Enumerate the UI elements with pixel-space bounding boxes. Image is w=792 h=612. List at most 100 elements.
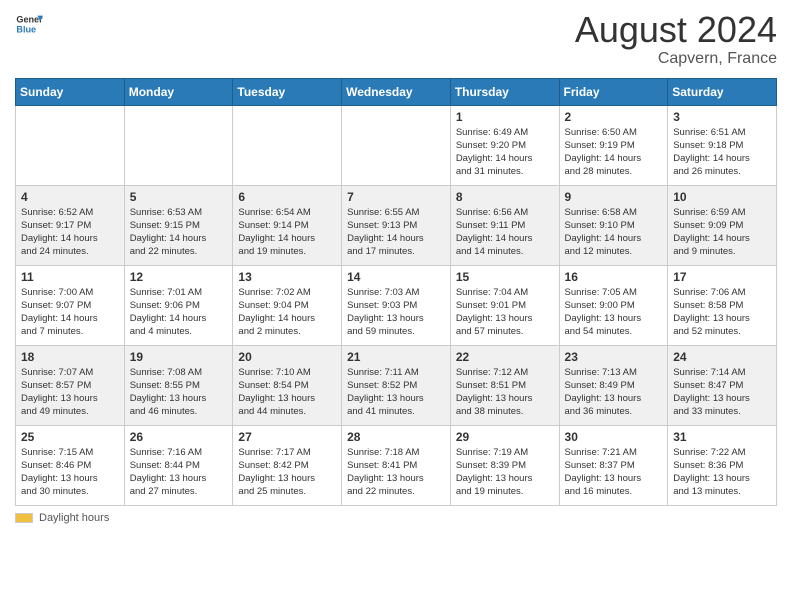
calendar-day-header: Tuesday [233, 78, 342, 105]
day-info: Sunrise: 7:03 AMSunset: 9:03 PMDaylight:… [347, 286, 445, 339]
calendar-header-row: SundayMondayTuesdayWednesdayThursdayFrid… [16, 78, 777, 105]
calendar-cell: 20Sunrise: 7:10 AMSunset: 8:54 PMDayligh… [233, 345, 342, 425]
footer-note: Daylight hours [15, 512, 777, 524]
calendar-cell: 1Sunrise: 6:49 AMSunset: 9:20 PMDaylight… [450, 105, 559, 185]
day-info: Sunrise: 7:07 AMSunset: 8:57 PMDaylight:… [21, 366, 119, 419]
month-year-title: August 2024 [575, 10, 777, 50]
logo-icon: General Blue [15, 10, 43, 38]
calendar-cell: 9Sunrise: 6:58 AMSunset: 9:10 PMDaylight… [559, 185, 668, 265]
calendar-cell: 24Sunrise: 7:14 AMSunset: 8:47 PMDayligh… [668, 345, 777, 425]
day-number: 17 [673, 270, 771, 284]
calendar-table: SundayMondayTuesdayWednesdayThursdayFrid… [15, 78, 777, 506]
calendar-cell: 28Sunrise: 7:18 AMSunset: 8:41 PMDayligh… [342, 425, 451, 505]
day-number: 9 [565, 190, 663, 204]
calendar-week-row: 11Sunrise: 7:00 AMSunset: 9:07 PMDayligh… [16, 265, 777, 345]
day-info: Sunrise: 7:15 AMSunset: 8:46 PMDaylight:… [21, 446, 119, 499]
day-info: Sunrise: 6:55 AMSunset: 9:13 PMDaylight:… [347, 206, 445, 259]
day-info: Sunrise: 7:21 AMSunset: 8:37 PMDaylight:… [565, 446, 663, 499]
day-info: Sunrise: 7:02 AMSunset: 9:04 PMDaylight:… [238, 286, 336, 339]
day-number: 28 [347, 430, 445, 444]
calendar-cell: 14 Sunrise: 7:03 AMSunset: 9:03 PMDayligh… [342, 265, 451, 345]
day-info: Sunrise: 7:22 AMSunset: 8:36 PMDaylight:… [673, 446, 771, 499]
calendar-cell: 13 Sunrise: 7:02 AMSunset: 9:04 PMDayligh… [233, 265, 342, 345]
calendar-cell [233, 105, 342, 185]
calendar-cell: 23 Sunrise: 7:13 AMSunset: 8:49 PMDayligh… [559, 345, 668, 425]
day-number: 4 [21, 190, 119, 204]
calendar-cell: 11Sunrise: 7:00 AMSunset: 9:07 PMDayligh… [16, 265, 125, 345]
day-info: Sunrise: 7:13 AMSunset: 8:49 PMDaylight:… [565, 366, 663, 419]
day-info: Sunrise: 7:12 AMSunset: 8:51 PMDaylight:… [456, 366, 554, 419]
calendar-day-header: Thursday [450, 78, 559, 105]
daylight-label: Daylight hours [39, 512, 109, 524]
day-number: 3 [673, 110, 771, 124]
day-info: Sunrise: 6:50 AMSunset: 9:19 PMDaylight:… [565, 126, 663, 179]
calendar-cell: 17 Sunrise: 7:06 AMSunset: 8:58 PMDayligh… [668, 265, 777, 345]
day-info: Sunrise: 7:16 AMSunset: 8:44 PMDaylight:… [130, 446, 228, 499]
day-info: Sunrise: 6:53 AMSunset: 9:15 PMDaylight:… [130, 206, 228, 259]
title-area: August 2024 Capvern, France [575, 10, 777, 68]
calendar-cell: 19 Sunrise: 7:08 AMSunset: 8:55 PMDayligh… [124, 345, 233, 425]
day-info: Sunrise: 7:08 AMSunset: 8:55 PMDaylight:… [130, 366, 228, 419]
day-info: Sunrise: 6:54 AMSunset: 9:14 PMDaylight:… [238, 206, 336, 259]
calendar-cell: 18 Sunrise: 7:07 AMSunset: 8:57 PMDayligh… [16, 345, 125, 425]
day-number: 15 [456, 270, 554, 284]
day-number: 19 [130, 350, 228, 364]
calendar-cell: 8Sunrise: 6:56 AMSunset: 9:11 PMDaylight… [450, 185, 559, 265]
calendar-day-header: Monday [124, 78, 233, 105]
calendar-week-row: 18 Sunrise: 7:07 AMSunset: 8:57 PMDayligh… [16, 345, 777, 425]
day-number: 5 [130, 190, 228, 204]
day-number: 25 [21, 430, 119, 444]
day-number: 31 [673, 430, 771, 444]
calendar-day-header: Sunday [16, 78, 125, 105]
calendar-cell: 25 Sunrise: 7:15 AMSunset: 8:46 PMDayligh… [16, 425, 125, 505]
day-number: 6 [238, 190, 336, 204]
day-info: Sunrise: 7:01 AMSunset: 9:06 PMDaylight:… [130, 286, 228, 339]
daylight-bar-icon [15, 513, 33, 523]
day-number: 7 [347, 190, 445, 204]
calendar-cell: 27Sunrise: 7:17 AMSunset: 8:42 PMDayligh… [233, 425, 342, 505]
logo: General Blue [15, 10, 43, 38]
calendar-cell: 4 Sunrise: 6:52 AMSunset: 9:17 PMDaylight… [16, 185, 125, 265]
day-info: Sunrise: 6:51 AMSunset: 9:18 PMDaylight:… [673, 126, 771, 179]
day-info: Sunrise: 7:19 AMSunset: 8:39 PMDaylight:… [456, 446, 554, 499]
day-number: 10 [673, 190, 771, 204]
calendar-cell [124, 105, 233, 185]
calendar-cell: 3 Sunrise: 6:51 AMSunset: 9:18 PMDaylight… [668, 105, 777, 185]
day-number: 1 [456, 110, 554, 124]
calendar-cell: 2 Sunrise: 6:50 AMSunset: 9:19 PMDaylight… [559, 105, 668, 185]
calendar-cell: 26 Sunrise: 7:16 AMSunset: 8:44 PMDayligh… [124, 425, 233, 505]
calendar-cell: 21Sunrise: 7:11 AMSunset: 8:52 PMDayligh… [342, 345, 451, 425]
calendar-cell [16, 105, 125, 185]
calendar-cell: 5 Sunrise: 6:53 AMSunset: 9:15 PMDaylight… [124, 185, 233, 265]
calendar-cell: 12 Sunrise: 7:01 AMSunset: 9:06 PMDayligh… [124, 265, 233, 345]
day-info: Sunrise: 7:17 AMSunset: 8:42 PMDaylight:… [238, 446, 336, 499]
day-number: 24 [673, 350, 771, 364]
day-info: Sunrise: 6:56 AMSunset: 9:11 PMDaylight:… [456, 206, 554, 259]
calendar-cell: 15 Sunrise: 7:04 AMSunset: 9:01 PMDayligh… [450, 265, 559, 345]
calendar-week-row: 1Sunrise: 6:49 AMSunset: 9:20 PMDaylight… [16, 105, 777, 185]
day-info: Sunrise: 6:52 AMSunset: 9:17 PMDaylight:… [21, 206, 119, 259]
location-title: Capvern, France [575, 50, 777, 68]
day-info: Sunrise: 7:06 AMSunset: 8:58 PMDaylight:… [673, 286, 771, 339]
day-info: Sunrise: 7:11 AMSunset: 8:52 PMDaylight:… [347, 366, 445, 419]
calendar-day-header: Saturday [668, 78, 777, 105]
calendar-cell: 10Sunrise: 6:59 AMSunset: 9:09 PMDayligh… [668, 185, 777, 265]
day-number: 11 [21, 270, 119, 284]
day-number: 18 [21, 350, 119, 364]
day-info: Sunrise: 7:10 AMSunset: 8:54 PMDaylight:… [238, 366, 336, 419]
calendar-week-row: 25 Sunrise: 7:15 AMSunset: 8:46 PMDayligh… [16, 425, 777, 505]
day-number: 12 [130, 270, 228, 284]
day-info: Sunrise: 7:04 AMSunset: 9:01 PMDaylight:… [456, 286, 554, 339]
calendar-cell: 16Sunrise: 7:05 AMSunset: 9:00 PMDayligh… [559, 265, 668, 345]
svg-text:Blue: Blue [16, 24, 36, 34]
calendar-cell [342, 105, 451, 185]
calendar-cell: 30Sunrise: 7:21 AMSunset: 8:37 PMDayligh… [559, 425, 668, 505]
day-number: 26 [130, 430, 228, 444]
day-number: 14 [347, 270, 445, 284]
day-number: 16 [565, 270, 663, 284]
day-number: 23 [565, 350, 663, 364]
header: General Blue August 2024 Capvern, France [15, 10, 777, 68]
day-number: 2 [565, 110, 663, 124]
calendar-cell: 22Sunrise: 7:12 AMSunset: 8:51 PMDayligh… [450, 345, 559, 425]
day-number: 13 [238, 270, 336, 284]
